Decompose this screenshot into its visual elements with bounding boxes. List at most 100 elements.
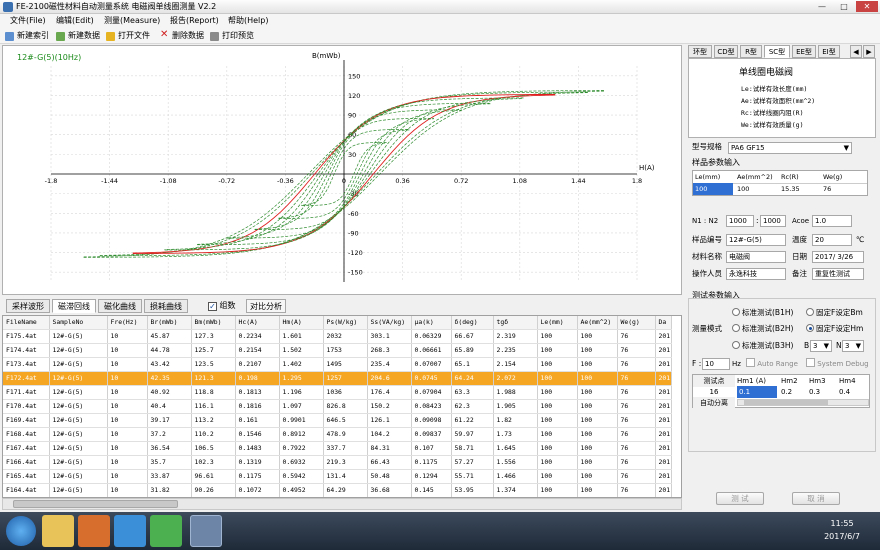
cancel-button[interactable]: 取 消 <box>792 492 840 505</box>
mode-b2h-radio[interactable]: 标准测试(B2H) <box>732 323 793 335</box>
column-header[interactable]: δ(deg) <box>451 316 494 330</box>
table-cell: 96.61 <box>191 469 236 484</box>
test-button[interactable]: 测 试 <box>716 492 764 505</box>
auto-range-checkbox[interactable]: Auto Range <box>746 358 798 370</box>
table-cell: 1.295 <box>279 371 324 386</box>
tab-loss[interactable]: 损耗曲线 <box>144 299 188 313</box>
column-header[interactable]: tgδ <box>493 316 538 330</box>
table-row[interactable]: F174.4at 12#-G(5) 10 44.78 125.7 0.2154 1.502 1… <box>3 343 672 358</box>
menu-report[interactable]: 报告(Report) <box>170 15 219 27</box>
acoe-input[interactable]: 1.0 <box>812 215 852 227</box>
b-select[interactable]: 3 ▼ <box>810 340 832 352</box>
grid-hm4[interactable]: 0.4 <box>839 386 850 398</box>
model-spec-select[interactable]: PA6 GF15 ▼ <box>728 142 852 154</box>
start-button[interactable] <box>6 516 36 546</box>
table-row[interactable]: F165.4at 12#-G(5) 10 33.87 96.61 0.1175 0.5942… <box>3 469 672 484</box>
grid-hm3[interactable]: 0.3 <box>809 386 820 398</box>
table-cell: 0.1816 <box>235 399 280 414</box>
menu-file[interactable]: 文件(File) <box>10 15 46 27</box>
grid-scrollbar[interactable] <box>737 399 869 406</box>
we-value[interactable]: 76 <box>823 183 831 195</box>
measure-app-taskbar-icon[interactable] <box>190 515 222 547</box>
fixed-bm-radio[interactable]: 固定F设定Bm <box>806 307 863 319</box>
column-header[interactable]: Br(mWb) <box>147 316 192 330</box>
group-checkbox-wrap[interactable]: ✓ 组数 <box>208 300 236 312</box>
table-row[interactable]: F166.4at 12#-G(5) 10 35.7 102.3 0.1319 0.6932 2… <box>3 455 672 470</box>
compare-button[interactable]: 对比分析 <box>246 299 286 313</box>
table-row[interactable]: F170.4at 12#-G(5) 10 40.4 116.1 0.1816 1.097 82… <box>3 399 672 414</box>
column-header[interactable]: μa(k) <box>411 316 452 330</box>
le-value[interactable]: 100 <box>693 183 733 195</box>
tab-cd[interactable]: CD型 <box>714 45 738 58</box>
n-select[interactable]: 3 ▼ <box>842 340 864 352</box>
f-input[interactable]: 10 <box>702 358 730 370</box>
mode-b3h-radio[interactable]: 标准测试(B3H) <box>732 340 793 352</box>
rc-value[interactable]: 15.35 <box>781 183 800 195</box>
ae-value[interactable]: 100 <box>737 183 749 195</box>
menu-edit[interactable]: 编辑(Edit) <box>56 15 94 27</box>
column-header[interactable]: We(g) <box>617 316 656 330</box>
column-header[interactable]: Bm(mWb) <box>191 316 236 330</box>
maximize-button[interactable]: □ <box>834 1 854 12</box>
scroll-thumb[interactable] <box>13 500 178 508</box>
table-row[interactable]: F175.4at 12#-G(5) 10 45.87 127.3 0.2234 1.601 2… <box>3 329 672 344</box>
grid-hm2[interactable]: 0.2 <box>781 386 792 398</box>
new-data-button[interactable]: 新建数据 <box>56 29 100 43</box>
group-checkbox[interactable]: ✓ <box>208 302 217 311</box>
column-header[interactable]: FileName <box>3 316 50 330</box>
tab-ee[interactable]: EE型 <box>792 45 816 58</box>
column-header[interactable]: Hm(A) <box>279 316 324 330</box>
system-debug-checkbox[interactable]: System Debug <box>806 358 869 370</box>
tab-scroll-left[interactable]: ◀ <box>850 45 862 58</box>
close-button[interactable]: ✕ <box>856 1 878 12</box>
table-row[interactable]: F172.4at 12#-G(5) 10 42.35 121.3 0.198 1.295 12… <box>3 371 672 386</box>
tab-r[interactable]: R型 <box>740 45 762 58</box>
column-header[interactable]: SampleNo <box>49 316 108 330</box>
menu-measure[interactable]: 测量(Measure) <box>104 15 160 27</box>
horizontal-scrollbar[interactable] <box>2 498 682 510</box>
grid-hm1[interactable]: 0.1 <box>737 386 777 398</box>
table-row[interactable]: F169.4at 12#-G(5) 10 39.17 113.2 0.161 0.9901 6… <box>3 413 672 428</box>
column-header[interactable]: Ss(VA/kg) <box>367 316 412 330</box>
sample-no-input[interactable]: 12#-G(5) <box>726 234 786 246</box>
new-index-button[interactable]: 新建索引 <box>5 29 49 43</box>
tab-magnetization[interactable]: 磁化曲线 <box>98 299 142 313</box>
browser-taskbar-icon[interactable] <box>114 515 146 547</box>
delete-data-button[interactable]: ✕ 删除数据 <box>160 29 204 43</box>
menu-help[interactable]: 帮助(Help) <box>228 15 268 27</box>
note-input[interactable]: 重复性测试 <box>812 268 864 280</box>
tab-waveform[interactable]: 采样波形 <box>6 299 50 313</box>
green-app-taskbar-icon[interactable] <box>150 515 182 547</box>
tab-ring[interactable]: 环型 <box>688 45 712 58</box>
operator-input[interactable]: 永逸科技 <box>726 268 786 280</box>
column-header[interactable]: Da <box>655 316 672 330</box>
tab-scroll-right[interactable]: ▶ <box>863 45 875 58</box>
table-row[interactable]: F173.4at 12#-G(5) 10 43.42 123.5 0.2107 1.402 1… <box>3 357 672 372</box>
date-picker[interactable]: 2017/ 3/26 <box>812 251 864 263</box>
column-header[interactable]: Fre(Hz) <box>107 316 148 330</box>
minimize-button[interactable]: — <box>812 1 832 12</box>
table-row[interactable]: F164.4at 12#-G(5) 10 31.82 90.26 0.1072 0.4952… <box>3 483 672 497</box>
table-row[interactable]: F167.4at 12#-G(5) 10 36.54 106.5 0.1483 0.7922… <box>3 441 672 456</box>
tab-ei[interactable]: EI型 <box>818 45 840 58</box>
material-input[interactable]: 电磁阀 <box>726 251 786 263</box>
mode-b1h-radio[interactable]: 标准测试(B1H) <box>732 307 793 319</box>
column-header[interactable]: Le(mm) <box>537 316 578 330</box>
explorer-taskbar-icon[interactable] <box>42 515 74 547</box>
table-row[interactable]: F171.4at 12#-G(5) 10 40.92 118.8 0.1813 1.196 1… <box>3 385 672 400</box>
print-preview-button[interactable]: 打印预览 <box>210 29 254 43</box>
temp-input[interactable]: 20 <box>812 234 852 246</box>
open-file-button[interactable]: 打开文件 <box>106 29 150 43</box>
column-header[interactable]: Hc(A) <box>235 316 280 330</box>
tab-hysteresis[interactable]: 磁滞回线 <box>52 299 96 313</box>
system-clock[interactable]: 11:55 2017/6/7 <box>824 517 860 543</box>
tab-sc[interactable]: SC型 <box>764 45 790 58</box>
fixed-hm-radio[interactable]: 固定F设定Hm <box>806 323 863 335</box>
column-header[interactable]: Ps(W/kg) <box>323 316 368 330</box>
column-header[interactable]: Ae(mm^2) <box>577 316 618 330</box>
checkbox-icon <box>806 358 815 367</box>
media-taskbar-icon[interactable] <box>78 515 110 547</box>
n1-input[interactable]: 1000 <box>726 215 754 227</box>
n2-input[interactable]: 1000 <box>760 215 786 227</box>
table-row[interactable]: F168.4at 12#-G(5) 10 37.2 110.2 0.1546 0.8912 4… <box>3 427 672 442</box>
